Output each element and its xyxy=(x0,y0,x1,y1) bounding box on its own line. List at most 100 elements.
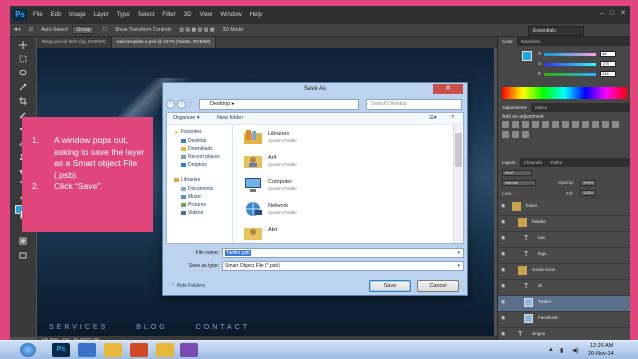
layer-row[interactable]: ◉ Tdr xyxy=(498,280,630,296)
menu-filter[interactable]: Filter xyxy=(162,12,175,18)
file-item-akir[interactable]: Akir xyxy=(243,223,403,243)
layer-row[interactable]: ◉ Tlogo xyxy=(498,248,630,264)
slider-g-value[interactable]: 175 xyxy=(600,61,616,67)
quick-select-tool-icon[interactable] xyxy=(19,83,27,91)
chevron-down-icon[interactable]: ▾ xyxy=(457,262,460,270)
auto-select-dropdown[interactable]: Group xyxy=(72,26,95,34)
maximize-icon[interactable]: □ xyxy=(610,10,614,18)
channel-mixer-icon[interactable] xyxy=(592,121,599,128)
blend-mode-dropdown[interactable]: Normal xyxy=(502,180,536,186)
hide-folders-button[interactable]: ⌃ Hide Folders xyxy=(171,283,205,289)
tab-web-template[interactable]: web-template-1.psd @ 107% (Twitter, RGB/… xyxy=(111,37,217,48)
nav-music[interactable]: Music xyxy=(181,194,201,200)
color-spectrum[interactable] xyxy=(502,87,627,99)
vibrance-icon[interactable] xyxy=(542,121,549,128)
menu-view[interactable]: View xyxy=(199,12,212,18)
opacity-field[interactable]: 100% xyxy=(580,180,596,186)
move-tool-icon[interactable]: ✥▾ xyxy=(14,27,21,33)
align-icons[interactable]: ▥ ▤ ▦ ▧ ▨ ▩ xyxy=(179,27,214,33)
bw-icon[interactable] xyxy=(572,121,579,128)
file-item-computer[interactable]: Computer System Folder xyxy=(243,175,403,197)
curves-icon[interactable] xyxy=(522,121,529,128)
layer-row[interactable]: ◉ footer xyxy=(498,200,630,216)
minimize-icon[interactable]: – xyxy=(600,10,604,18)
menu-select[interactable]: Select xyxy=(138,12,155,18)
threshold-icon[interactable] xyxy=(502,131,509,138)
eye-icon[interactable]: ◉ xyxy=(501,284,505,289)
brightness-icon[interactable] xyxy=(502,121,509,128)
menu-edit[interactable]: Edit xyxy=(51,12,61,18)
selective-color-icon[interactable] xyxy=(522,131,529,138)
menu-window[interactable]: Window xyxy=(220,12,241,18)
tab-color[interactable]: Color xyxy=(498,37,517,46)
slider-g[interactable]: G 175 xyxy=(538,61,618,67)
file-list-scrollbar[interactable] xyxy=(453,125,462,243)
exposure-icon[interactable] xyxy=(532,121,539,128)
start-button-icon[interactable] xyxy=(20,343,36,357)
file-item-arif[interactable]: Arif System Folder xyxy=(243,151,403,173)
eye-icon[interactable]: ◉ xyxy=(501,236,505,241)
close-icon[interactable]: ✕ xyxy=(620,10,626,18)
save-button[interactable]: Save xyxy=(369,280,411,292)
tab-styles[interactable]: Styles xyxy=(531,103,551,112)
lasso-tool-icon[interactable] xyxy=(19,69,27,77)
quick-mask-icon[interactable] xyxy=(19,237,27,245)
menu-file[interactable]: File xyxy=(33,12,43,18)
menu-help[interactable]: Help xyxy=(250,12,262,18)
auto-select-checkbox[interactable]: ☑ xyxy=(29,27,33,33)
close-icon[interactable]: ✕ xyxy=(433,84,463,94)
eye-icon[interactable]: ◉ xyxy=(501,252,505,257)
clock-time[interactable]: 12:26 AM xyxy=(590,343,613,349)
file-item-libraries[interactable]: Libraries System Folder xyxy=(243,127,403,149)
folder-taskbar-icon[interactable] xyxy=(156,343,174,357)
posterize-icon[interactable] xyxy=(612,121,619,128)
slider-r-value[interactable]: 48 xyxy=(600,51,616,57)
layer-row[interactable]: ◉ Tnav xyxy=(498,232,630,248)
network-tray-icon[interactable]: ▮ xyxy=(560,347,563,354)
eye-icon[interactable]: ◉ xyxy=(501,332,505,337)
tray-arrow-icon[interactable]: ▲ xyxy=(548,347,554,353)
menu-3d[interactable]: 3D xyxy=(184,12,192,18)
hue-icon[interactable] xyxy=(552,121,559,128)
address-bar[interactable]: Desktop ▸ xyxy=(199,99,359,110)
color-preview-swatch[interactable] xyxy=(522,51,532,61)
nav-dropbox[interactable]: Dropbox xyxy=(181,162,207,168)
save-type-dropdown[interactable]: Smart Object File (*.psb) ▾ xyxy=(222,261,464,271)
tab-layers[interactable]: Layers xyxy=(498,158,520,167)
photo-filter-icon[interactable] xyxy=(582,121,589,128)
tab-channels[interactable]: Channels xyxy=(520,158,547,167)
file-name-field[interactable]: Twitter.psb ▾ xyxy=(222,248,464,258)
nav-downloads[interactable]: Downloads xyxy=(181,146,213,152)
screen-mode-icon[interactable] xyxy=(19,251,27,259)
nav-videos[interactable]: Videos xyxy=(181,210,203,216)
layer-row[interactable]: ◉ header xyxy=(498,216,630,232)
tab-swatches[interactable]: Swatches xyxy=(517,37,545,46)
chevron-down-icon[interactable]: ▾ xyxy=(457,249,460,257)
eye-icon[interactable]: ◉ xyxy=(501,316,505,321)
color-balance-icon[interactable] xyxy=(562,121,569,128)
cancel-button[interactable]: Cancel xyxy=(417,280,459,292)
photoshop-taskbar-icon[interactable]: Ps xyxy=(52,343,70,357)
nav-recent-places[interactable]: Recent places xyxy=(181,154,220,160)
tab-blogs[interactable]: Blogs.psd @ 50% (bg, RGB/8#) xyxy=(37,37,112,48)
marquee-tool-icon[interactable] xyxy=(19,55,27,63)
levels-icon[interactable] xyxy=(512,121,519,128)
menu-layer[interactable]: Layer xyxy=(94,12,109,18)
nav-pictures[interactable]: Pictures xyxy=(181,202,206,208)
slider-r[interactable]: R 48 xyxy=(538,51,618,57)
show-transform-checkbox[interactable]: ☐ xyxy=(102,27,106,33)
move-tool-icon[interactable] xyxy=(19,41,27,49)
workspace-dropdown[interactable]: Essentials xyxy=(528,26,584,36)
clock-date[interactable]: 20-Nov-14 xyxy=(588,351,614,357)
menu-image[interactable]: Image xyxy=(69,12,86,18)
up-arrow-icon[interactable]: ↑ xyxy=(189,101,192,107)
ie-taskbar-icon[interactable] xyxy=(78,343,96,357)
eye-icon[interactable]: ◉ xyxy=(501,204,505,209)
eye-icon[interactable]: ◉ xyxy=(501,220,505,225)
new-folder-button[interactable]: New folder xyxy=(217,115,243,121)
search-input[interactable]: Search Desktop xyxy=(366,99,462,110)
view-options-icon[interactable]: ☰▾ xyxy=(429,115,437,121)
back-arrow-icon[interactable]: ‹ xyxy=(166,100,175,109)
slider-b-value[interactable]: 246 xyxy=(600,71,616,77)
explorer-taskbar-icon[interactable] xyxy=(104,343,122,357)
